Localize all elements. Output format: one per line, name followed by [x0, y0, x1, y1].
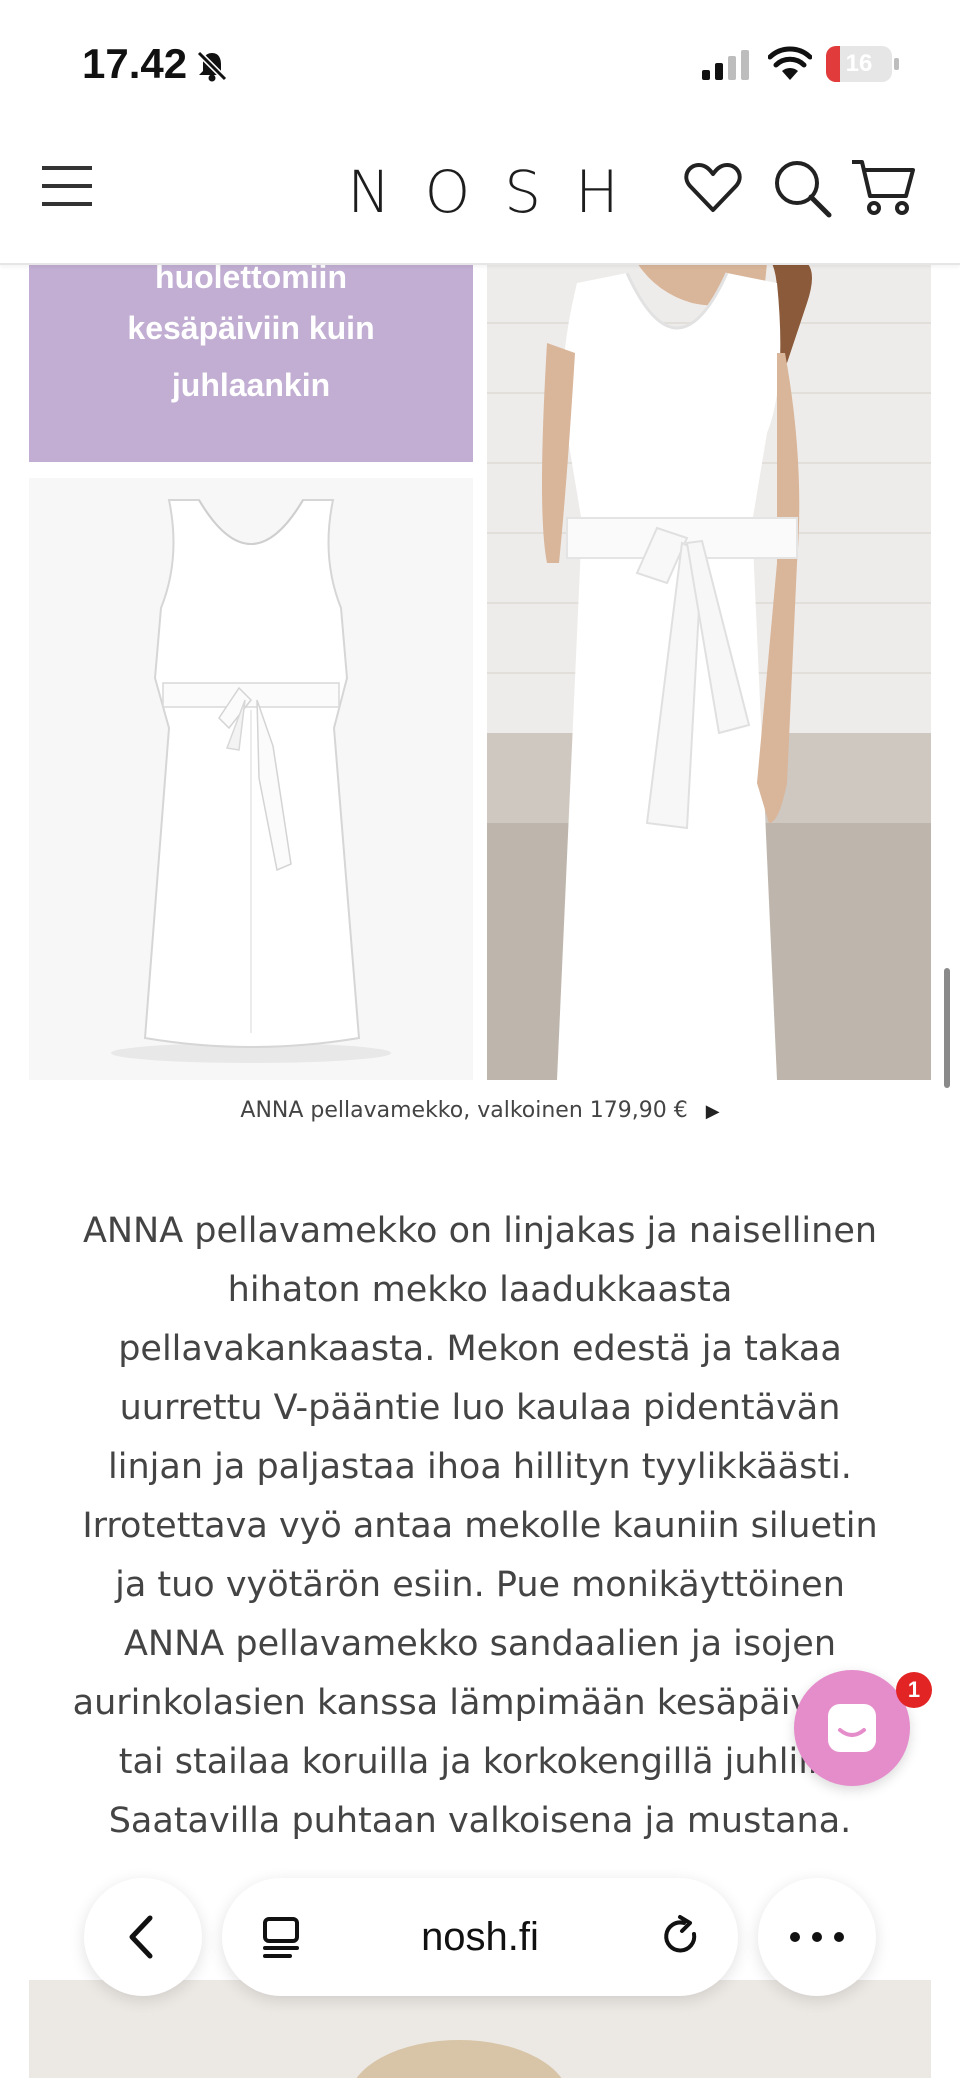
description-line: ANNA pellavamekko sandaalien ja isojen	[123, 1624, 836, 1664]
play-icon[interactable]: ▶	[706, 1101, 720, 1122]
description-line: pellavakankaasta. Mekon edestä ja takaa	[118, 1329, 842, 1369]
chevron-left-icon	[129, 1915, 153, 1959]
description-line: linjan ja paljastaa ihoa hillityn tyylik…	[108, 1447, 852, 1487]
battery-tip	[894, 58, 899, 70]
description-line: ANNA pellavamekko on linjakas ja naisell…	[82, 1211, 878, 1251]
promo-line: juhlaankin	[171, 367, 331, 403]
description-line: uurrettu V-pääntie luo kaulaa pidentävän	[119, 1388, 841, 1428]
status-time: 17.42	[82, 40, 188, 87]
product-caption[interactable]: ANNA pellavamekko, valkoinen 179,90 € ▶	[0, 1098, 960, 1123]
heart-icon[interactable]	[684, 162, 742, 214]
signal-icon	[702, 50, 749, 80]
description-line: Irrotettava vyö antaa mekolle kauniin si…	[82, 1506, 878, 1546]
battery-icon: 16	[826, 46, 892, 82]
dress-flat-illustration	[29, 478, 473, 1080]
promo-banner: huolettomiin kesäpäiviin kuin juhlaankin	[29, 259, 473, 462]
more-icon	[790, 1932, 844, 1942]
address-bar[interactable]: nosh.fi	[222, 1878, 738, 1996]
battery-level: 16	[845, 50, 873, 77]
status-bar: 17.42 16	[0, 0, 960, 130]
product-caption-text[interactable]: ANNA pellavamekko, valkoinen 179,90 €	[240, 1098, 687, 1123]
description-line: Saatavilla puhtaan valkoisena ja mustana…	[108, 1801, 852, 1841]
back-button[interactable]	[84, 1878, 202, 1996]
product-image-flat[interactable]	[29, 478, 473, 1080]
model-photo-illustration	[487, 263, 931, 1080]
description-line: ja tuo vyötärön esiin. Pue monikäyttöine…	[115, 1565, 845, 1605]
reload-icon[interactable]	[658, 1914, 704, 1960]
browser-toolbar: nosh.fi	[0, 1860, 960, 2078]
wifi-icon	[768, 46, 812, 80]
cart-icon[interactable]	[850, 158, 916, 218]
bell-muted-icon	[195, 49, 229, 83]
more-button[interactable]	[758, 1878, 876, 1996]
chat-icon	[828, 1704, 876, 1752]
promo-line: kesäpäiviin kuin	[127, 310, 375, 346]
chat-notification-badge: 1	[896, 1672, 932, 1708]
search-icon[interactable]	[772, 158, 832, 218]
chat-launcher-button[interactable]	[794, 1670, 910, 1786]
scrollbar-thumb[interactable]	[944, 968, 950, 1088]
description-line: hihaton mekko laadukkaasta	[227, 1270, 733, 1310]
site-header: NOSH	[0, 130, 960, 265]
product-image-model[interactable]	[487, 263, 931, 1080]
